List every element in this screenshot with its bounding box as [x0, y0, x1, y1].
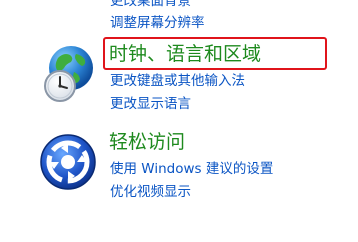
change-desktop-background-link[interactable]: 更改桌面背景: [110, 0, 191, 9]
use-windows-recommended-settings-link[interactable]: 使用 Windows 建议的设置: [110, 162, 273, 177]
globe-clock-icon[interactable]: [38, 44, 100, 106]
ease-of-access-icon[interactable]: [38, 132, 98, 192]
clock-language-region-title[interactable]: 时钟、语言和区域: [109, 45, 261, 64]
optimize-video-display-link[interactable]: 优化视频显示: [110, 185, 191, 200]
change-display-language-link[interactable]: 更改显示语言: [110, 97, 191, 112]
ease-of-access-title[interactable]: 轻松访问: [109, 133, 185, 152]
change-keyboard-input-link[interactable]: 更改键盘或其他输入法: [110, 74, 245, 89]
adjust-screen-resolution-link[interactable]: 调整屏幕分辨率: [110, 16, 205, 31]
